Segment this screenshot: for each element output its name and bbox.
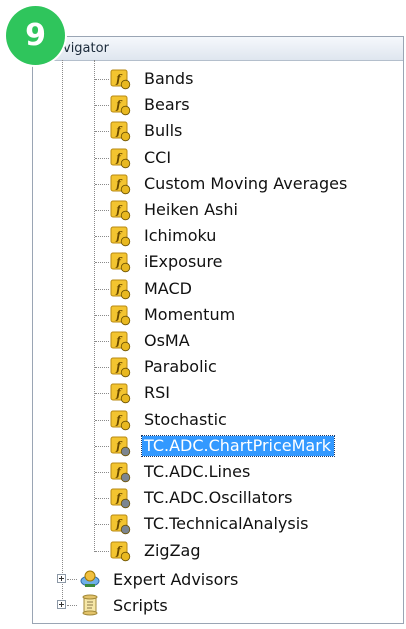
indicator-item[interactable]: f CCI <box>0 145 406 171</box>
indicator-icon: f <box>110 541 131 562</box>
tree-branch-line <box>95 367 109 369</box>
indicator-icon: f <box>110 383 131 404</box>
tree-branch-line <box>95 210 109 211</box>
expert-advisor-icon <box>79 568 101 590</box>
indicator-label: CCI <box>144 147 172 167</box>
indicator-icon: f <box>110 410 131 431</box>
indicator-item[interactable]: f TC.ADC.ChartPriceMark <box>0 433 406 459</box>
indicator-item[interactable]: f ZigZag <box>0 538 406 564</box>
indicator-item[interactable]: f iExposure <box>0 249 406 275</box>
custom-indicator-icon: f <box>110 488 131 509</box>
indicator-label: RSI <box>144 383 170 403</box>
step-number-badge: 9 <box>6 6 65 65</box>
custom-indicator-icon: f <box>110 462 131 483</box>
indicator-icon: f <box>110 279 131 300</box>
indicator-label: Stochastic <box>144 409 227 429</box>
custom-indicator-icon: f <box>110 514 131 535</box>
indicator-label: Bears <box>144 95 190 115</box>
tree-branch-line <box>95 236 109 238</box>
tree-branch-line <box>95 262 109 264</box>
tree-branch-line <box>95 105 109 107</box>
tree-node-scripts[interactable]: Scripts <box>0 592 406 618</box>
indicator-icon: f <box>110 174 131 195</box>
indicator-icon: f <box>110 357 131 378</box>
tree-branch-line <box>95 79 109 80</box>
indicator-item[interactable]: f Heiken Ashi <box>0 197 406 223</box>
indicator-label: MACD <box>144 278 192 298</box>
tree-branch-line <box>95 341 109 342</box>
indicator-label: Momentum <box>144 304 236 324</box>
indicator-item[interactable]: f Bears <box>0 92 406 118</box>
indicator-item[interactable]: f MACD <box>0 276 406 302</box>
indicator-item[interactable]: f TC.ADC.Lines <box>0 459 406 485</box>
tree-branch-line <box>95 131 109 133</box>
indicator-icon: f <box>110 200 131 221</box>
tree-branch-line <box>95 419 109 421</box>
navigator-tree: f Bands f Bears f Bulls f CCI f Custom M… <box>0 0 406 629</box>
indicator-label: OsMA <box>144 331 190 350</box>
tree-branch-line <box>95 157 109 159</box>
indicator-label: TC.ADC.Oscillators <box>144 488 293 508</box>
tree-branch-line <box>95 445 109 447</box>
tree-branch-line <box>95 288 109 290</box>
indicator-label: Heiken Ashi <box>144 200 238 219</box>
indicator-label: Ichimoku <box>144 226 217 246</box>
custom-indicator-icon: f <box>110 436 131 457</box>
tree-branch-line <box>95 183 109 185</box>
script-scroll-icon <box>79 594 101 616</box>
indicator-label: Bulls <box>144 121 183 141</box>
tree-branch-line <box>67 605 77 606</box>
indicator-item[interactable]: f Bands <box>0 66 406 92</box>
indicator-icon: f <box>110 69 131 90</box>
indicator-label: TC.ADC.Lines <box>144 462 251 481</box>
expand-plus-icon[interactable] <box>57 574 66 583</box>
tree-branch-line <box>67 579 77 580</box>
indicator-item[interactable]: f Custom Moving Averages <box>0 171 406 197</box>
indicator-icon: f <box>110 226 131 247</box>
indicator-icon: f <box>110 252 131 273</box>
indicator-item[interactable]: f RSI <box>0 380 406 406</box>
indicator-label: Bands <box>144 69 194 88</box>
indicator-label: Custom Moving Averages <box>144 173 348 193</box>
indicator-item[interactable]: f Stochastic <box>0 407 406 433</box>
indicator-item[interactable]: f OsMA <box>0 328 406 354</box>
indicator-item[interactable]: f TC.TechnicalAnalysis <box>0 511 406 537</box>
indicator-label: ZigZag <box>144 540 201 560</box>
tree-branch-line <box>95 393 109 395</box>
expand-plus-icon[interactable] <box>57 600 66 609</box>
tree-branch-line <box>95 314 109 316</box>
tree-node-label: Scripts <box>113 596 168 615</box>
indicator-label: TC.ADC.ChartPriceMark <box>140 434 336 457</box>
indicator-label: iExposure <box>144 252 223 272</box>
indicator-label: TC.TechnicalAnalysis <box>144 514 309 534</box>
indicator-item[interactable]: f Parabolic <box>0 354 406 380</box>
tree-branch-line <box>95 524 109 526</box>
tree-node-label: Expert Advisors <box>113 570 239 589</box>
indicator-item[interactable]: f Momentum <box>0 302 406 328</box>
indicator-item[interactable]: f Bulls <box>0 118 406 144</box>
tree-branch-line <box>95 550 109 552</box>
indicator-icon: f <box>110 331 131 352</box>
tree-branch-line <box>95 498 109 500</box>
indicator-icon: f <box>110 121 131 142</box>
indicator-label: Parabolic <box>144 357 217 377</box>
tree-branch-line <box>95 472 109 473</box>
indicator-item[interactable]: f Ichimoku <box>0 223 406 249</box>
tree-node-expert-advisors[interactable]: Expert Advisors <box>0 566 406 592</box>
indicator-icon: f <box>110 148 131 169</box>
indicator-icon: f <box>110 305 131 326</box>
indicator-item[interactable]: f TC.ADC.Oscillators <box>0 485 406 511</box>
indicator-icon: f <box>110 95 131 116</box>
